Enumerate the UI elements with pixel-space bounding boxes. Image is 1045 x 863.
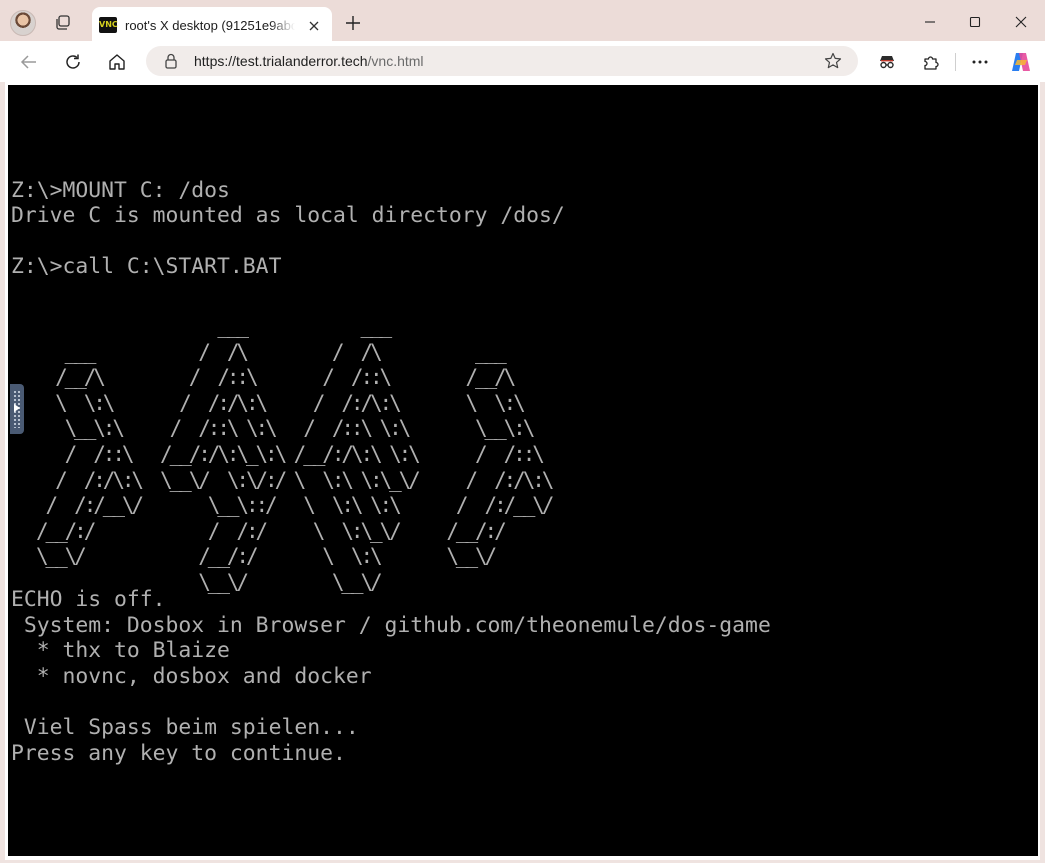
browser-toolbar: https://test.trialanderror.tech/vnc.html (0, 41, 1045, 82)
novnc-control-bar-handle[interactable] (10, 384, 24, 434)
refresh-button[interactable] (59, 48, 87, 76)
tab-vnc-desktop[interactable]: VNC root's X desktop (91251e9abcba:1) (92, 7, 332, 45)
ascii-art-banner: ___ ___ ___ / /\ / /\ ___ /__/\ / /::\ /… (36, 314, 554, 594)
page-content: Z:\>MOUNT C: /dos Drive C is mounted as … (5, 82, 1040, 860)
vnc-remote-screen[interactable]: Z:\>MOUNT C: /dos Drive C is mounted as … (8, 85, 1038, 856)
close-window-button[interactable] (999, 6, 1043, 38)
lock-icon[interactable] (163, 53, 179, 69)
tab-title: root's X desktop (91251e9abcba:1) (125, 18, 295, 33)
expand-arrow-icon (14, 404, 20, 412)
extensions-puzzle-icon[interactable] (917, 48, 945, 76)
incognito-extension-icon[interactable] (873, 48, 901, 76)
more-options-icon[interactable] (966, 48, 994, 76)
tab-close-icon[interactable] (304, 16, 324, 36)
copilot-icon[interactable] (1007, 48, 1035, 76)
maximize-button[interactable] (953, 6, 997, 38)
favorite-star-icon[interactable] (824, 52, 842, 70)
url-text[interactable]: https://test.trialanderror.tech/vnc.html (194, 46, 424, 76)
url-host: https://test.trialanderror.tech (194, 53, 368, 69)
address-bar[interactable]: https://test.trialanderror.tech/vnc.html (146, 46, 858, 76)
back-button[interactable] (15, 48, 43, 76)
tab-actions-icon[interactable] (52, 12, 74, 34)
profile-avatar[interactable] (10, 10, 36, 36)
new-tab-button[interactable] (342, 12, 364, 34)
terminal-output-bottom: ECHO is off. System: Dosbox in Browser /… (11, 587, 771, 766)
home-button[interactable] (103, 48, 131, 76)
terminal-output-top: Z:\>MOUNT C: /dos Drive C is mounted as … (11, 177, 565, 280)
vnc-favicon-icon: VNC (99, 17, 118, 33)
url-path: /vnc.html (367, 53, 424, 69)
browser-tab-strip: VNC root's X desktop (91251e9abcba:1) (0, 0, 1045, 45)
minimize-button[interactable] (908, 6, 952, 38)
toolbar-divider (955, 53, 956, 71)
